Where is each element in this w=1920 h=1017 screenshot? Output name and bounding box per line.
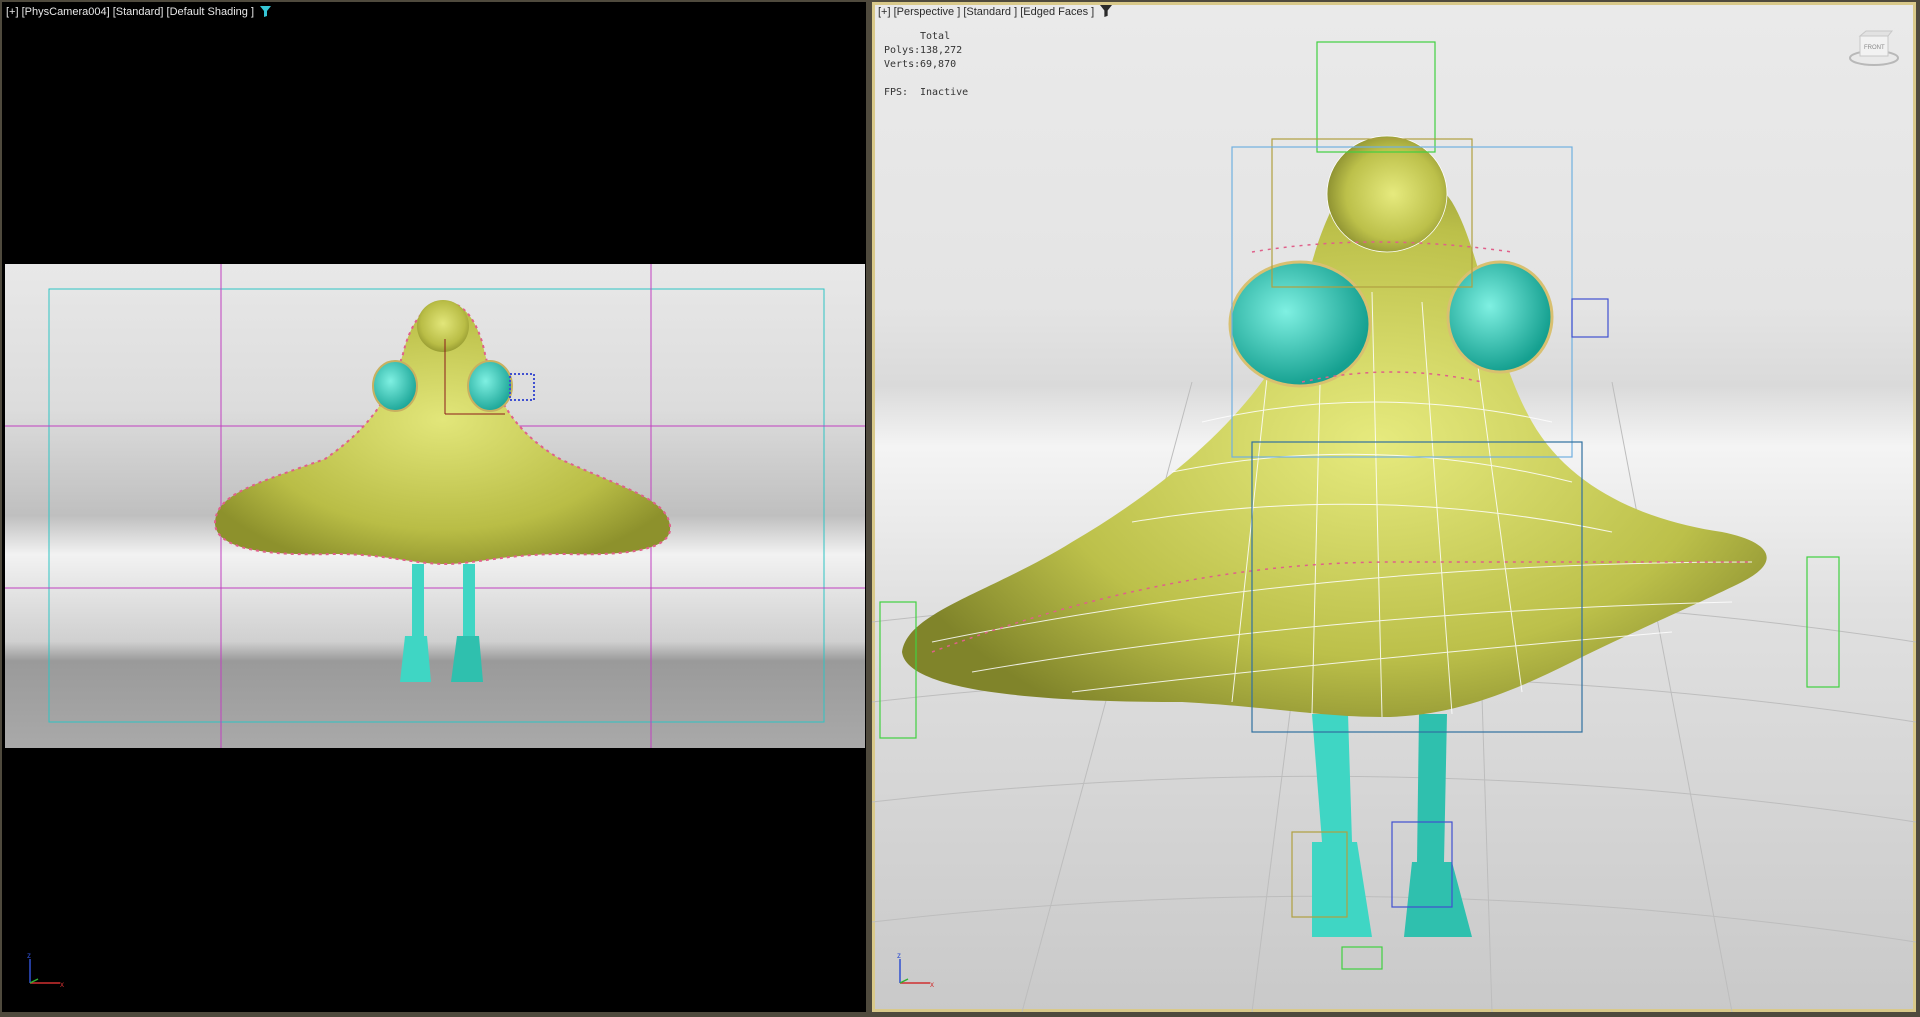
axis-z-label: z [897,953,901,960]
viewport-menu-plus[interactable]: [+] [6,6,19,18]
perspective-viewport[interactable]: [+] [Perspective ] [Standard ] [Edged Fa… [872,2,1916,1012]
viewport-camera-menu[interactable]: [PhysCamera004] [22,6,110,18]
viewport-label: [+] [PhysCamera004] [Standard] [Default … [6,5,271,21]
axis-x-label: x [60,980,64,989]
camera-render-region [5,264,865,748]
camera-viewport[interactable]: [+] [PhysCamera004] [Standard] [Default … [2,2,866,1012]
axis-z-label: z [27,953,31,960]
viewport-shading-menu[interactable]: [Default Shading ] [167,6,254,18]
axis-x-label: x [930,980,934,989]
perspective-scene [872,41,1916,1012]
workspace: [+] [PhysCamera004] [Standard] [Default … [0,0,1920,1017]
camera-scene [5,264,865,748]
viewport-mode-menu[interactable]: [Standard] [113,6,164,18]
axis-tripod: z x [24,951,64,994]
filter-icon[interactable] [260,6,271,21]
axis-tripod: z x [894,951,934,994]
